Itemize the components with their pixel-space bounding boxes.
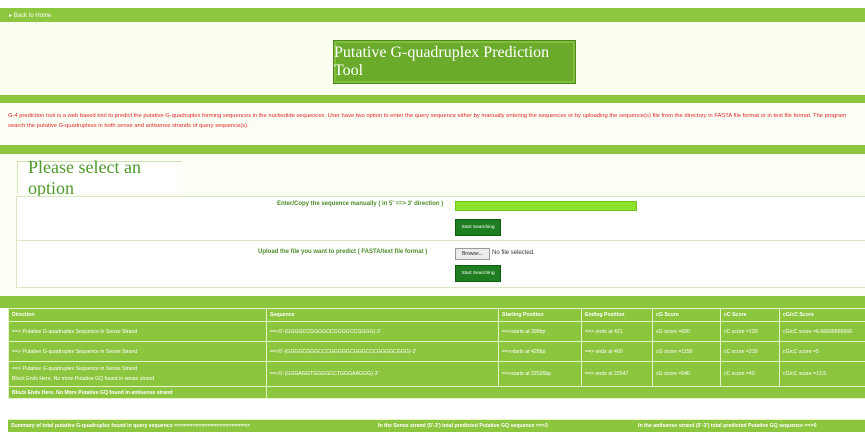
column-header: cG/cC Score: [779, 308, 865, 322]
sense-block-end: Block Ends Here. No more Putative GQ fou…: [12, 376, 155, 382]
direction-text: ==> Putative G-quadruplex Sequence in Se…: [12, 366, 138, 372]
separator-bar: [0, 296, 865, 308]
start-searching-upload-button[interactable]: Start Searching: [455, 265, 501, 282]
cg-score-cell: cG score =600: [652, 321, 721, 342]
sequence-cell: ==>5'-(GGGGCGGGCCCGGGGGCGGGCCCGGGGCGGG)-…: [266, 341, 499, 362]
direction-cell: ==> Putative G-quadruplex Sequence in Se…: [8, 341, 267, 362]
results-table: Direction Sequence Starting Position End…: [8, 308, 865, 399]
cg-score-cell: cG score =540: [652, 361, 721, 387]
sequence-cell: ==>5'-(GGGGCCGGGGCCGGGGCCGGGG)-3': [266, 321, 499, 342]
column-header: Sequence: [266, 308, 499, 322]
table-row: ==> Putative G-quadruplex Sequence in Se…: [8, 361, 865, 387]
column-header: cC Score: [720, 308, 780, 322]
upload-file-label: Upload the file you want to predict ( FA…: [258, 249, 428, 255]
page-title: Putative G-quadruplex Prediction Tool: [333, 40, 576, 84]
table-row: ==> Putative G-quadruplex Sequence in Se…: [8, 341, 865, 362]
sequence-cell: ==>5'-(GGGAGGTGGGGCCTGGGAAGGG)-3': [266, 361, 499, 387]
manual-entry-label: Enter/Copy the sequence manually ( in 5'…: [277, 201, 444, 207]
empty-cell: [266, 386, 865, 399]
column-header: Starting Position: [498, 308, 582, 322]
table-row: ==> Putative G-quadruplex Sequence in Se…: [8, 321, 865, 342]
top-nav-bar: ▸ Back to Home: [0, 8, 865, 22]
sequence-input[interactable]: [455, 201, 637, 211]
column-header: cG Score: [652, 308, 721, 322]
antisense-block-end: Block Ends Here. No More Putative GQ fou…: [8, 386, 267, 399]
ratio-cell: cG/cC score =6.66666666666: [779, 321, 865, 342]
ratio-cell: cG/cC score =13.5: [779, 361, 865, 387]
summary-row: Summary of total putative G-quadruplex f…: [8, 419, 865, 432]
start-searching-button[interactable]: Start Searching: [455, 219, 501, 236]
start-cell: ==>starts at 22526bp: [498, 361, 582, 387]
table-header-row: Direction Sequence Starting Position End…: [8, 308, 865, 322]
column-header: Ending Position: [581, 308, 653, 322]
end-cell: ==> ends at 421: [581, 321, 653, 342]
options-title: Please select an option: [17, 157, 182, 198]
summary-sense: In the Sense strand (5'-3') total predic…: [378, 423, 548, 429]
cg-score-cell: cG score =1150: [652, 341, 721, 362]
separator-bar: [0, 95, 865, 103]
start-cell: ==>starts at 399bp: [498, 321, 582, 342]
direction-cell: ==> Putative G-quadruplex Sequence in Se…: [8, 361, 267, 387]
ratio-cell: cG/cC score =5: [779, 341, 865, 362]
browse-button[interactable]: Browse...: [455, 248, 490, 260]
end-cell: ==> ends at 22547: [581, 361, 653, 387]
file-status: No file selected.: [492, 250, 535, 256]
start-cell: ==>starts at 428bp: [498, 341, 582, 362]
tool-description: G-4 prediction tool is a web based tool …: [8, 113, 847, 129]
back-to-home-link[interactable]: ▸ Back to Home: [9, 12, 51, 19]
separator-bar: [0, 145, 865, 154]
play-icon: ▸: [9, 13, 13, 19]
antisense-block-row: Block Ends Here. No More Putative GQ fou…: [8, 386, 865, 399]
summary-total-label: Summary of total putative G-quadruplex f…: [11, 423, 250, 429]
cc-score-cell: cC score =120: [720, 321, 780, 342]
end-cell: ==> ends at 460: [581, 341, 653, 362]
cc-score-cell: cC score =230: [720, 341, 780, 362]
column-header: Direction: [8, 308, 267, 322]
cc-score-cell: cC score =40: [720, 361, 780, 387]
direction-cell: ==> Putative G-quadruplex Sequence in Se…: [8, 321, 267, 342]
summary-antisense: In the antisense strand (5'-3') total pr…: [638, 423, 817, 429]
